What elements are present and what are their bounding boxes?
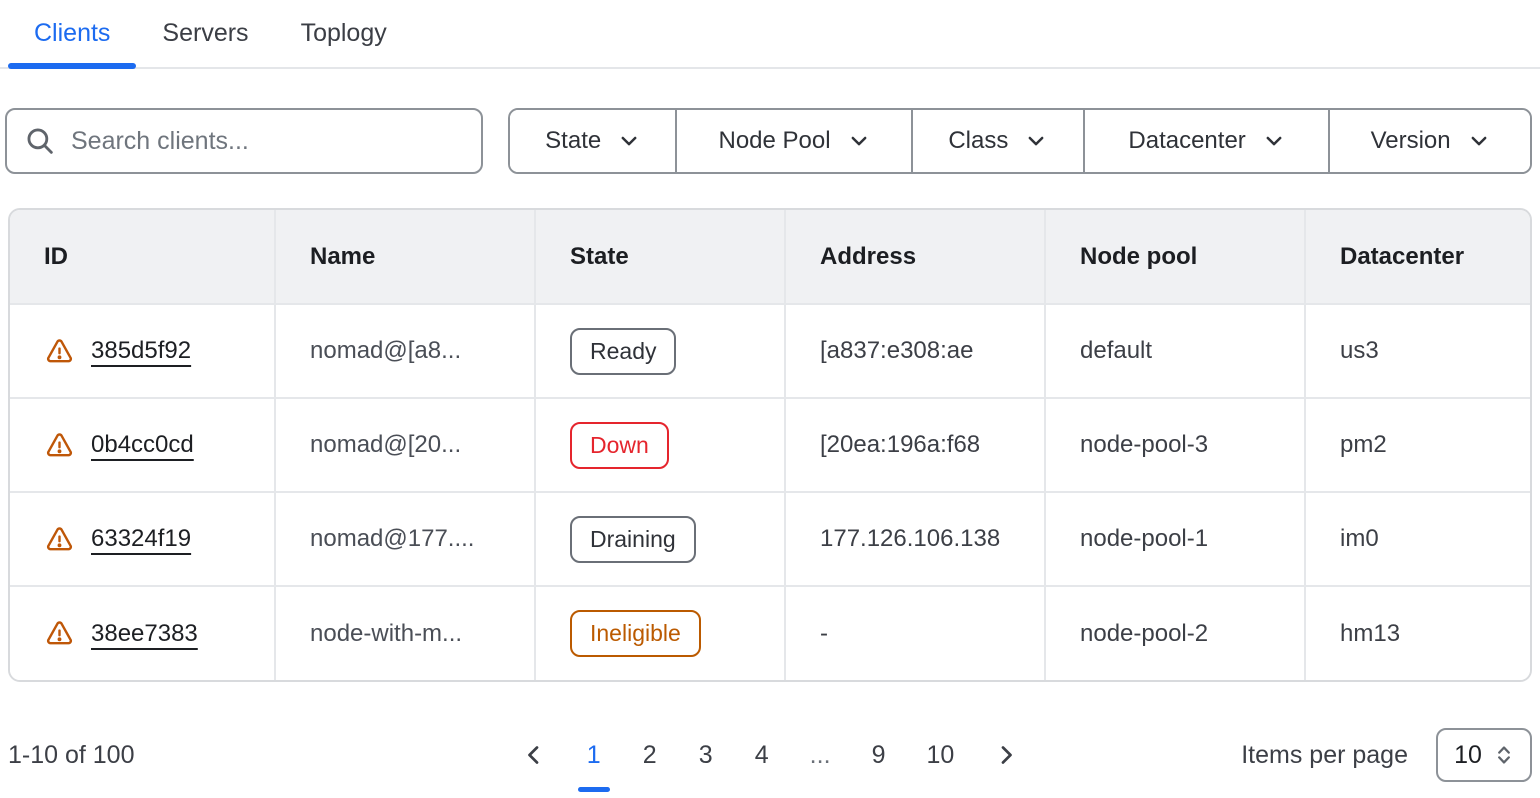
table-row: 38ee7383 node-with-m... Ineligible - nod…	[10, 586, 1530, 680]
state-badge: Down	[570, 422, 669, 469]
pagination-next-button[interactable]	[984, 737, 1028, 773]
chevron-right-icon	[994, 743, 1018, 767]
chevron-left-icon	[522, 743, 546, 767]
warning-triangle-icon	[44, 431, 75, 460]
column-header-address: Address	[785, 210, 1045, 304]
state-cell: Ineligible	[535, 586, 785, 680]
address-cell: -	[785, 586, 1045, 680]
datacenter-cell: us3	[1305, 304, 1530, 398]
name-cell: nomad@[20...	[275, 398, 535, 492]
warning-triangle-icon	[44, 337, 75, 366]
tab-clients[interactable]: Clients	[8, 0, 136, 67]
table-row: 63324f19 nomad@177.... Draining 177.126.…	[10, 492, 1530, 586]
page-button-9[interactable]: 9	[861, 735, 897, 776]
name-cell: node-with-m...	[275, 586, 535, 680]
id-cell: 38ee7383	[10, 586, 275, 680]
node-pool-cell: node-pool-3	[1045, 398, 1305, 492]
search-box	[5, 108, 483, 174]
pagination-summary: 1-10 of 100	[8, 741, 512, 770]
tab-bar: Clients Servers Toplogy	[0, 0, 1540, 69]
node-pool-cell: default	[1045, 304, 1305, 398]
items-per-page-value: 10	[1454, 741, 1482, 770]
stepper-updown-icon	[1494, 743, 1514, 767]
filter-version[interactable]: Version	[1328, 110, 1530, 172]
pagination-ellipsis: ...	[800, 735, 841, 776]
node-pool-cell: node-pool-1	[1045, 492, 1305, 586]
chevron-down-icon	[1025, 130, 1047, 152]
clients-table: ID Name State Address Node pool Datacent…	[8, 208, 1532, 682]
id-cell: 0b4cc0cd	[10, 398, 275, 492]
filter-state-label: State	[545, 127, 601, 155]
state-badge: Ready	[570, 328, 676, 375]
page-button-4[interactable]: 4	[744, 735, 780, 776]
search-input[interactable]	[71, 127, 465, 156]
node-pool-cell: node-pool-2	[1045, 586, 1305, 680]
table-row: 0b4cc0cd nomad@[20... Down [20ea:196a:f6…	[10, 398, 1530, 492]
page-button-2[interactable]: 2	[632, 735, 668, 776]
datacenter-cell: pm2	[1305, 398, 1530, 492]
id-cell: 385d5f92	[10, 304, 275, 398]
filter-datacenter[interactable]: Datacenter	[1083, 110, 1328, 172]
table-header-row: ID Name State Address Node pool Datacent…	[10, 210, 1530, 304]
state-cell: Down	[535, 398, 785, 492]
tab-servers-label: Servers	[162, 19, 248, 48]
state-badge: Draining	[570, 516, 696, 563]
client-id-link[interactable]: 38ee7383	[91, 620, 198, 648]
warning-triangle-icon	[44, 619, 75, 648]
state-badge: Ineligible	[570, 610, 701, 657]
tab-toplogy-label: Toplogy	[301, 19, 387, 48]
column-header-node-pool: Node pool	[1045, 210, 1305, 304]
toolbar: State Node Pool Class Datacenter Version	[5, 108, 1532, 174]
chevron-down-icon	[848, 130, 870, 152]
state-cell: Draining	[535, 492, 785, 586]
datacenter-cell: im0	[1305, 492, 1530, 586]
tab-toplogy[interactable]: Toplogy	[275, 0, 413, 67]
column-header-name: Name	[275, 210, 535, 304]
filter-node-pool[interactable]: Node Pool	[675, 110, 910, 172]
filter-group: State Node Pool Class Datacenter Version	[508, 108, 1532, 174]
chevron-down-icon	[618, 130, 640, 152]
address-cell: [20ea:196a:f68	[785, 398, 1045, 492]
table-row: 385d5f92 nomad@[a8... Ready [a837:e308:a…	[10, 304, 1530, 398]
pagination-prev-button[interactable]	[512, 737, 556, 773]
tab-servers[interactable]: Servers	[136, 0, 274, 67]
column-header-state: State	[535, 210, 785, 304]
address-cell: 177.126.106.138	[785, 492, 1045, 586]
tab-clients-label: Clients	[34, 19, 110, 48]
search-icon	[23, 124, 57, 158]
filter-class[interactable]: Class	[911, 110, 1083, 172]
page-button-1[interactable]: 1	[576, 735, 612, 776]
warning-triangle-icon	[44, 525, 75, 554]
client-id-link[interactable]: 0b4cc0cd	[91, 431, 194, 459]
chevron-down-icon	[1468, 130, 1490, 152]
filter-node-pool-label: Node Pool	[719, 127, 831, 155]
page-button-3[interactable]: 3	[688, 735, 724, 776]
items-per-page: Items per page 10	[1028, 728, 1532, 782]
pagination-bar: 1-10 of 100 1 2 3 4 ... 9 10 Items per p…	[8, 726, 1532, 784]
name-cell: nomad@177....	[275, 492, 535, 586]
address-cell: [a837:e308:ae	[785, 304, 1045, 398]
name-cell: nomad@[a8...	[275, 304, 535, 398]
items-per-page-select[interactable]: 10	[1436, 728, 1532, 782]
page-button-10[interactable]: 10	[917, 735, 965, 776]
filter-version-label: Version	[1371, 127, 1451, 155]
client-id-link[interactable]: 385d5f92	[91, 337, 191, 365]
chevron-down-icon	[1263, 130, 1285, 152]
filter-datacenter-label: Datacenter	[1128, 127, 1245, 155]
pagination-pages: 1 2 3 4 ... 9 10	[512, 735, 1029, 776]
client-id-link[interactable]: 63324f19	[91, 525, 191, 553]
datacenter-cell: hm13	[1305, 586, 1530, 680]
column-header-id: ID	[10, 210, 275, 304]
filter-class-label: Class	[948, 127, 1008, 155]
column-header-datacenter: Datacenter	[1305, 210, 1530, 304]
filter-state[interactable]: State	[510, 110, 675, 172]
state-cell: Ready	[535, 304, 785, 398]
id-cell: 63324f19	[10, 492, 275, 586]
items-per-page-label: Items per page	[1241, 741, 1408, 770]
